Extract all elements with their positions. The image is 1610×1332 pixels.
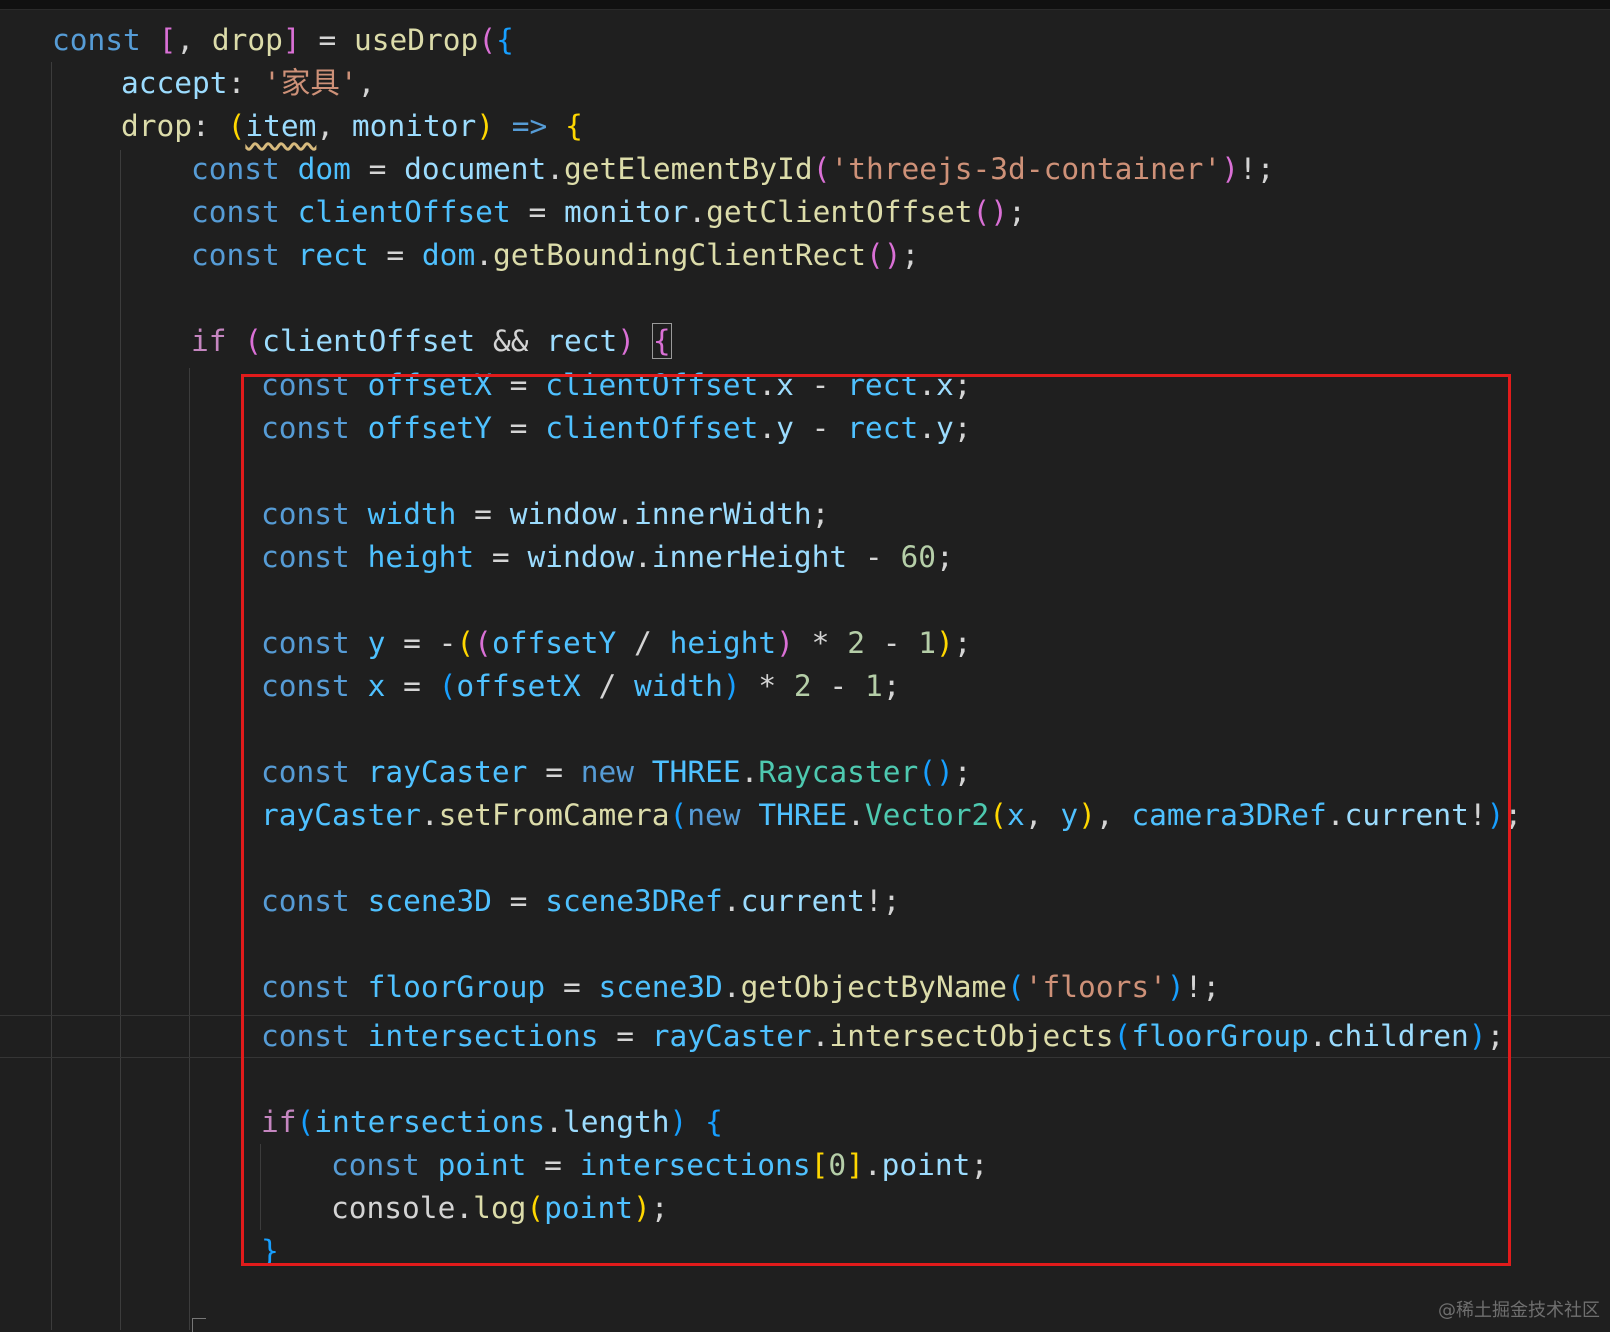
code-token: , — [176, 23, 212, 57]
code-token: ) — [1221, 152, 1239, 186]
code-token: ( — [812, 152, 831, 186]
code-token: { — [651, 323, 672, 359]
code-token: monitor — [564, 195, 689, 229]
code-token: const — [191, 195, 280, 229]
code-token: drop — [121, 109, 193, 143]
code-token: => — [494, 109, 566, 143]
code-token: = — [300, 23, 354, 57]
code-token: . — [688, 195, 707, 229]
watermark: @稀土掘金技术社区 — [1438, 1300, 1600, 1321]
code-token: rect — [546, 324, 618, 358]
code-line[interactable]: drop: (item, monitor) => { — [121, 105, 583, 148]
code-line[interactable]: const rect = dom.getBoundingClientRect()… — [191, 234, 919, 277]
code-token: useDrop — [353, 23, 479, 57]
code-token: 'threejs-3d-container' — [830, 152, 1222, 186]
code-token: const — [52, 23, 141, 57]
indent-guide — [120, 150, 121, 1330]
code-token: monitor — [351, 109, 477, 143]
editor-top-strip — [0, 0, 1610, 10]
code-token: rect — [297, 238, 369, 272]
code-line[interactable]: const clientOffset = monitor.getClientOf… — [191, 191, 1026, 234]
code-token: dom — [297, 152, 351, 186]
code-token: getBoundingClientRect — [492, 238, 866, 272]
code-token: ) — [617, 324, 636, 358]
code-token: = — [350, 152, 405, 186]
code-token: ( — [972, 195, 991, 229]
code-token: = — [510, 195, 565, 229]
code-token: , — [357, 66, 376, 100]
indent-guide — [51, 62, 52, 1330]
code-token: { — [565, 109, 583, 143]
code-token: const — [191, 152, 280, 186]
code-token: drop — [211, 23, 283, 57]
code-editor[interactable]: const [, drop] = useDrop({ accept: '家具',… — [0, 0, 1610, 1332]
code-token: !; — [1238, 152, 1275, 186]
code-token: dom — [421, 238, 476, 272]
code-token: ) — [883, 238, 902, 272]
code-token: ( — [865, 238, 884, 272]
code-token: clientOffset — [262, 324, 476, 358]
code-line[interactable]: const [, drop] = useDrop({ — [52, 19, 514, 62]
code-token: ] — [282, 23, 301, 57]
code-token: item — [245, 109, 317, 143]
code-token: ( — [478, 23, 497, 57]
code-token: '家具' — [263, 66, 358, 100]
code-token: getClientOffset — [706, 195, 973, 229]
code-token: : — [192, 109, 228, 143]
code-token: ) — [476, 109, 495, 143]
code-line[interactable]: if (clientOffset && rect) { — [191, 320, 672, 363]
code-token: : — [227, 66, 264, 100]
code-token: [ — [158, 23, 177, 57]
code-token: = — [368, 238, 422, 272]
code-token: && — [475, 324, 547, 358]
code-token: ) — [990, 195, 1009, 229]
code-token: clientOffset — [297, 195, 511, 229]
code-token: document — [404, 152, 547, 186]
code-token: accept — [121, 66, 228, 100]
code-token: if — [191, 324, 227, 358]
code-line[interactable]: accept: '家具', — [121, 62, 375, 105]
code-token: , — [316, 109, 352, 143]
code-token: { — [496, 23, 514, 57]
code-token: getElementById — [564, 152, 813, 186]
code-token: . — [546, 152, 565, 186]
highlight-annotation-box — [241, 374, 1511, 1266]
code-token: ; — [1008, 195, 1026, 229]
code-token: const — [191, 238, 280, 272]
code-token: ; — [901, 238, 920, 272]
code-token: ( — [227, 109, 246, 143]
code-token: ( — [244, 324, 263, 358]
indent-guide — [189, 368, 190, 1330]
code-token: . — [475, 238, 493, 272]
code-line[interactable]: const dom = document.getElementById('thr… — [191, 148, 1274, 191]
